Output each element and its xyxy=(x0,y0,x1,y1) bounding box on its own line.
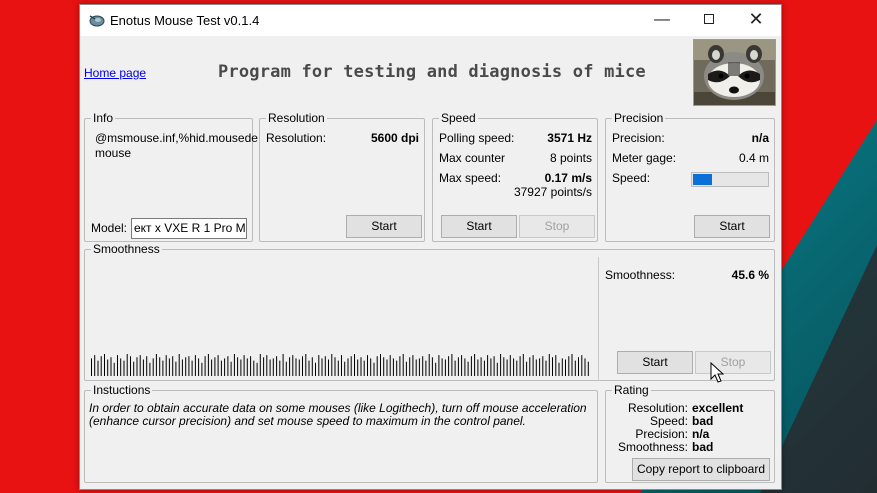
smoothness-value: 45.6 % xyxy=(731,268,769,282)
precision-legend: Precision xyxy=(612,111,666,125)
minimize-icon: — xyxy=(654,11,670,28)
rating-group: Rating Resolution: Speed: Precision: Smo… xyxy=(605,383,775,483)
resolution-start-button[interactable]: Start xyxy=(346,215,422,238)
resolution-label: Resolution: xyxy=(266,131,327,145)
polling-speed-value: 3571 Hz xyxy=(547,131,592,145)
max-speed-points: 37927 points/s xyxy=(513,185,592,199)
model-field[interactable]: ект x VXE R 1 Pro Max xyxy=(131,218,247,239)
instructions-group: Instuctions In order to obtain accurate … xyxy=(84,383,598,483)
smoothness-label: Smoothness: xyxy=(605,268,676,282)
instructions-text: In order to obtain accurate data on some… xyxy=(89,401,587,428)
minimize-button[interactable]: — xyxy=(639,5,685,35)
close-icon: ✕ xyxy=(748,9,764,29)
raccoon-image xyxy=(694,40,775,105)
speed-group: Speed Polling speed: 3571 Hz Max counter… xyxy=(432,111,598,242)
resolution-value: 5600 dpi xyxy=(370,131,419,145)
mouse-cursor-icon xyxy=(710,362,725,383)
page-headline: Program for testing and diagnosis of mic… xyxy=(218,62,646,82)
smoothness-legend: Smoothness xyxy=(91,242,162,256)
speed-legend: Speed xyxy=(439,111,478,125)
precision-start-button[interactable]: Start xyxy=(694,215,770,238)
speed-stop-button[interactable]: Stop xyxy=(519,215,595,238)
mouse-app-icon xyxy=(89,15,105,27)
polling-speed-label: Polling speed: xyxy=(439,131,515,145)
driver-line-2: mouse xyxy=(95,146,132,160)
speed-start-button[interactable]: Start xyxy=(441,215,517,238)
app-window: Enotus Mouse Test v0.1.4 — ✕ Home page P… xyxy=(79,4,782,490)
home-page-link[interactable]: Home page xyxy=(84,66,146,80)
max-counter-label: Max counter xyxy=(439,151,506,165)
resolution-group: Resolution Resolution: 5600 dpi Start xyxy=(259,111,425,242)
model-label: Model: xyxy=(91,221,128,235)
meter-gage-value: 0.4 m xyxy=(738,151,769,165)
driver-line-1: @msmouse.inf,%hid.mousede xyxy=(95,131,258,145)
copy-report-button[interactable]: Copy report to clipboard xyxy=(632,458,770,481)
maximize-button[interactable] xyxy=(686,5,732,35)
precision-group: Precision Precision: n/a Meter gage: 0.4… xyxy=(605,111,775,242)
smoothness-stop-button[interactable]: Stop xyxy=(695,351,771,374)
smoothness-group: Smoothness Smoothness: 45.6 % Start Stop xyxy=(84,242,775,381)
info-group: Info @msmouse.inf,%hid.mousede mouse Mod… xyxy=(84,111,258,242)
client-area: Home page Program for testing and diagno… xyxy=(80,36,781,489)
precision-speed-label: Speed: xyxy=(612,171,651,185)
max-speed-label: Max speed: xyxy=(439,171,502,185)
smoothness-divider xyxy=(598,257,599,381)
window-title: Enotus Mouse Test v0.1.4 xyxy=(110,13,260,28)
precision-speed-bar-fill xyxy=(693,174,712,185)
rating-legend: Rating xyxy=(612,383,651,397)
info-legend: Info xyxy=(91,111,116,125)
precision-value: n/a xyxy=(751,131,769,145)
rating-smoothness-value: bad xyxy=(692,440,714,454)
precision-speed-bar xyxy=(691,172,769,187)
max-counter-value: 8 points xyxy=(549,151,592,165)
precision-label: Precision: xyxy=(612,131,665,145)
resolution-legend: Resolution xyxy=(266,111,327,125)
instructions-legend: Instuctions xyxy=(91,383,153,397)
max-speed-value: 0.17 m/s xyxy=(544,171,592,185)
smoothness-start-button[interactable]: Start xyxy=(617,351,693,374)
rating-smoothness-label: Smoothness: xyxy=(617,440,688,454)
smoothness-graph xyxy=(91,354,589,376)
maximize-icon xyxy=(704,14,714,24)
title-bar[interactable]: Enotus Mouse Test v0.1.4 — ✕ xyxy=(80,5,781,36)
raccoon-photo xyxy=(693,39,776,106)
close-button[interactable]: ✕ xyxy=(733,5,779,35)
meter-gage-label: Meter gage: xyxy=(612,151,677,165)
